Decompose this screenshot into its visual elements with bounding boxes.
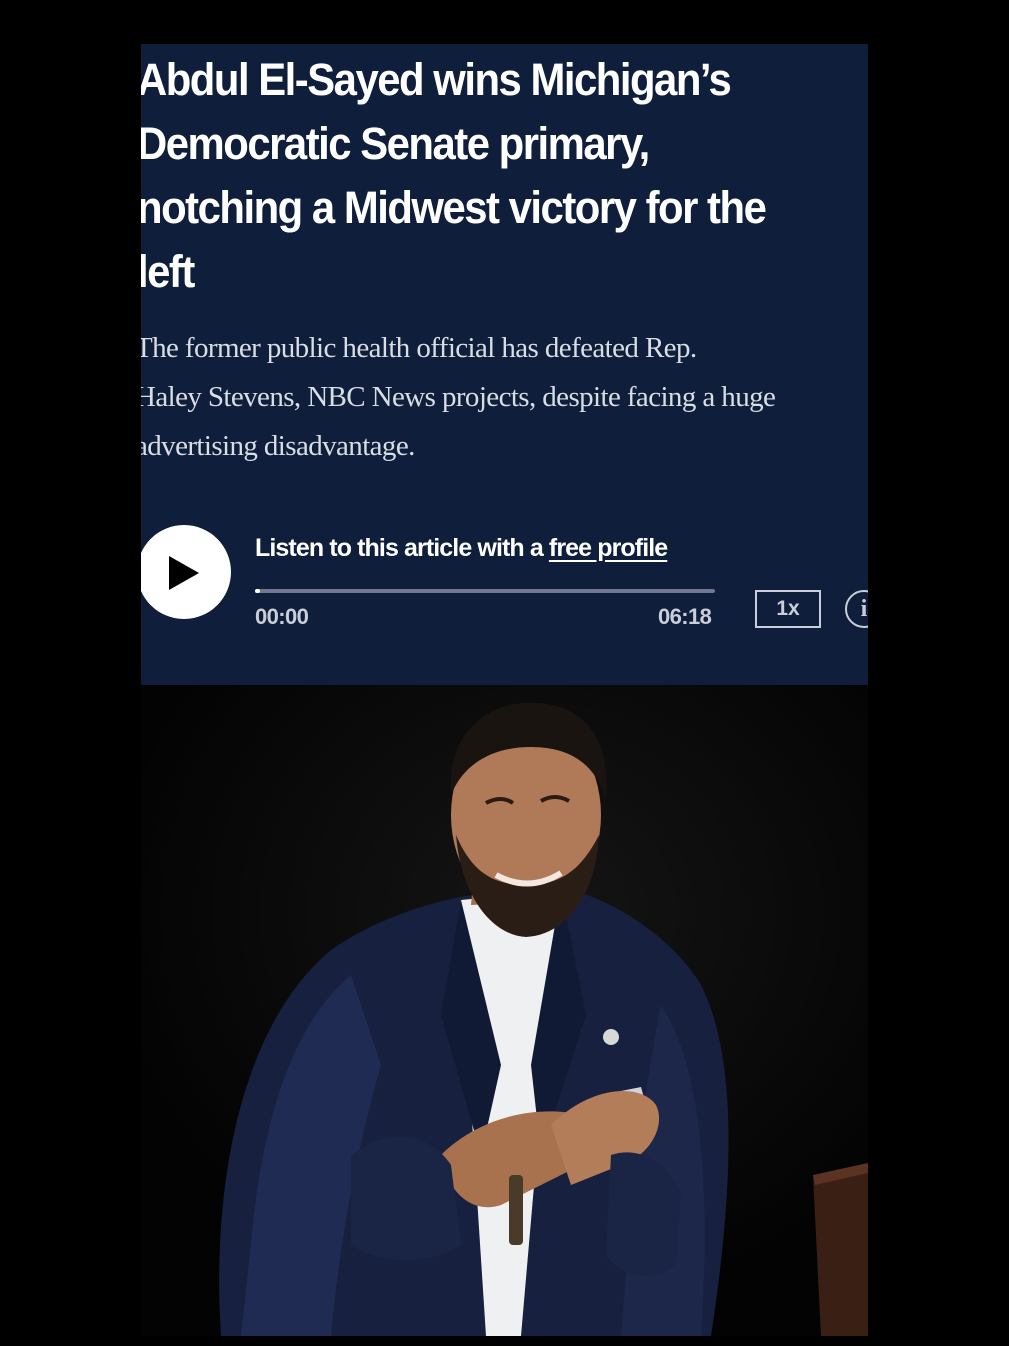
dek-line: Haley Stevens, NBC News projects, despit… bbox=[141, 381, 776, 413]
audio-progress-fill bbox=[255, 589, 260, 593]
audio-progress-bar[interactable] bbox=[255, 589, 715, 593]
duration: 06:18 bbox=[658, 604, 712, 629]
headline: Abdul El-Sayed wins Michigan’s Democrati… bbox=[141, 54, 767, 297]
playback-speed-button[interactable]: 1x bbox=[755, 590, 821, 628]
listen-prompt: Listen to this article with a free profi… bbox=[255, 534, 668, 563]
article-header: Abdul El-Sayed wins Michigan’s Democrati… bbox=[141, 44, 868, 685]
article-photo bbox=[141, 685, 868, 1336]
free-profile-link[interactable]: free profile bbox=[549, 534, 668, 562]
photo-illustration bbox=[141, 685, 868, 1336]
info-icon[interactable]: i bbox=[845, 590, 868, 628]
dek-line: The former public health official has de… bbox=[141, 332, 697, 364]
play-icon bbox=[169, 556, 199, 590]
article-dek: The former public health official has de… bbox=[141, 324, 868, 471]
current-time: 00:00 bbox=[255, 604, 309, 629]
listen-label: Listen to this article with a bbox=[255, 534, 549, 562]
dek-line: advertising disadvantage. bbox=[141, 430, 415, 462]
play-button[interactable] bbox=[141, 525, 231, 619]
